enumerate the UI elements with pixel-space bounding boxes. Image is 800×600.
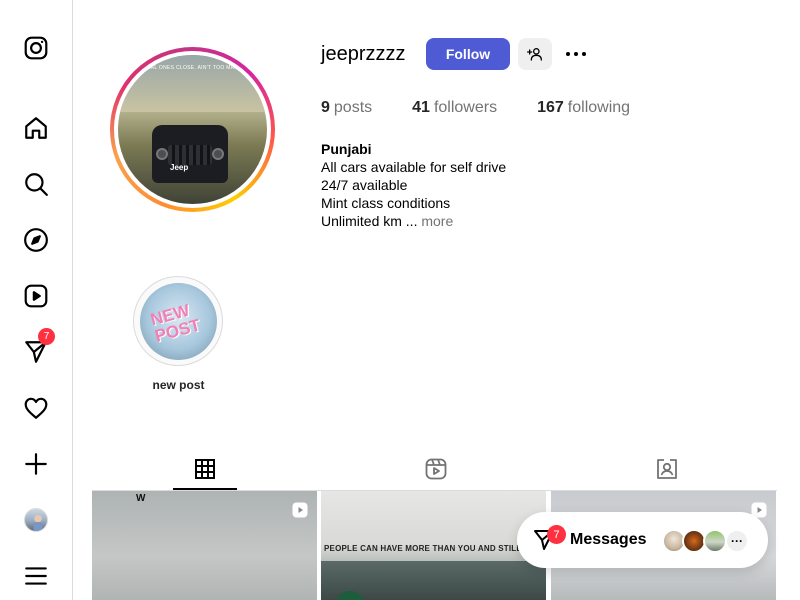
highlight-cover-text: NEW POST: [147, 300, 202, 346]
explore-icon[interactable]: [20, 224, 52, 256]
notifications-icon[interactable]: [20, 392, 52, 424]
followers-link[interactable]: 41 followers: [412, 99, 497, 117]
posts-count: 9 posts: [321, 99, 373, 116]
messages-more-icon: ···: [725, 529, 749, 553]
active-tab-indicator: [173, 488, 237, 490]
reels-icon[interactable]: [20, 280, 52, 312]
reels-tab-icon: [425, 458, 447, 480]
messages-bar[interactable]: 7 Messages ···: [517, 512, 768, 568]
post-overlay-text: W: [136, 493, 146, 504]
messages-badge: 7: [38, 328, 55, 345]
follow-button[interactable]: Follow: [426, 38, 510, 70]
avatar: [24, 508, 48, 532]
home-icon[interactable]: [20, 112, 52, 144]
add-person-icon: [527, 48, 542, 61]
instagram-logo-icon[interactable]: [20, 32, 52, 64]
menu-icon[interactable]: [20, 560, 52, 592]
tab-posts[interactable]: [173, 451, 237, 487]
sidebar: 7: [0, 0, 73, 600]
profile-picture[interactable]: REAL ONES CLOSE. AIN'T TOO MANY Jeep: [110, 47, 275, 212]
messages-bar-label: Messages: [570, 531, 647, 548]
suggest-users-button[interactable]: [518, 38, 552, 70]
posts-grid-icon: [195, 459, 215, 479]
post-thumbnail[interactable]: PEOPLE CAN HAVE MORE THAN YOU AND STILL …: [321, 491, 546, 600]
more-dots-icon: [566, 52, 586, 56]
tab-reels[interactable]: [404, 451, 468, 487]
messages-icon[interactable]: 7: [20, 328, 55, 368]
bio-more-link[interactable]: more: [421, 213, 453, 229]
profile-photo-caption: REAL ONES CLOSE. AIN'T TOO MANY: [143, 65, 242, 71]
avatar: [703, 529, 727, 553]
bio-line: 24/7 available: [321, 177, 408, 193]
profile-bio: Punjabi All cars available for self driv…: [321, 140, 506, 230]
story-highlight[interactable]: NEW POST new post: [133, 276, 224, 392]
profile-avatar[interactable]: [20, 504, 52, 536]
messages-bar-badge: 7: [547, 525, 566, 544]
profile-photo: REAL ONES CLOSE. AIN'T TOO MANY Jeep: [118, 55, 267, 204]
bio-line-last: Unlimited km ... more: [321, 213, 454, 229]
options-button[interactable]: [562, 40, 590, 68]
profile-stats: 9 posts 41 followers 167 following: [321, 99, 670, 117]
tab-tagged[interactable]: [635, 451, 699, 487]
bio-line: All cars available for self drive: [321, 159, 507, 175]
highlight-cover: NEW POST: [139, 282, 217, 360]
post-thumbnail[interactable]: W: [92, 491, 317, 600]
create-icon[interactable]: [20, 448, 52, 480]
post-overlay-text: PEOPLE CAN HAVE MORE THAN YOU AND STILL …: [324, 544, 546, 553]
tagged-icon: [657, 459, 677, 479]
profile-username: jeeprzzzz: [321, 43, 406, 65]
bio-line: Mint class conditions: [321, 195, 451, 211]
highlight-label: new post: [152, 378, 205, 392]
reel-indicator-icon: [292, 502, 308, 518]
search-icon[interactable]: [20, 168, 52, 200]
profile-photo-brand: Jeep: [170, 163, 189, 172]
following-link[interactable]: 167 following: [537, 99, 630, 117]
bio-name: Punjabi: [321, 141, 372, 157]
